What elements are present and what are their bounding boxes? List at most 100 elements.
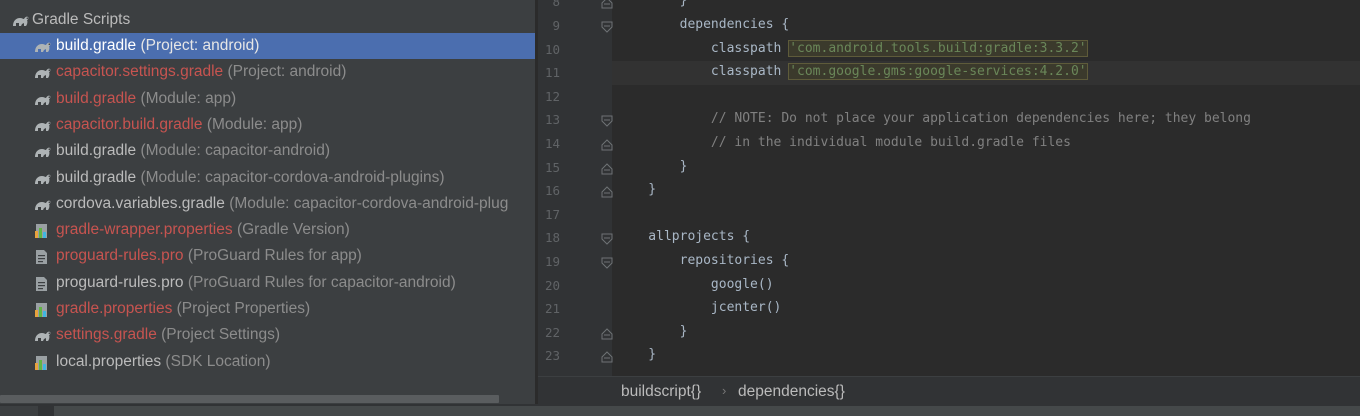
line-number: 19 <box>544 254 560 269</box>
code-line[interactable]: classpath 'com.google.gms:google-service… <box>617 63 1088 81</box>
tree-item[interactable]: build.gradle (Module: capacitor-cordova-… <box>0 165 535 191</box>
tree-item[interactable]: build.gradle (Module: app) <box>0 86 535 112</box>
properties-icon <box>33 222 51 239</box>
tree-item[interactable]: capacitor.settings.gradle (Project: andr… <box>0 59 535 85</box>
code-line[interactable]: dependencies { <box>617 17 790 32</box>
tree-item[interactable]: capacitor.build.gradle (Module: app) <box>0 112 535 138</box>
fold-marker-icon[interactable] <box>601 232 613 246</box>
tree-item-filename: proguard-rules.pro <box>56 247 184 265</box>
fold-marker-icon[interactable] <box>601 0 613 9</box>
line-number: 23 <box>544 348 560 364</box>
code-line[interactable]: repositories { <box>617 253 790 268</box>
line-number: 22 <box>544 324 560 340</box>
tree-item-description: (Module: app) <box>140 89 237 107</box>
breadcrumb-item-buildscript[interactable]: buildscript{} <box>621 383 701 401</box>
tree-item[interactable]: proguard-rules.pro (ProGuard Rules for c… <box>0 270 535 296</box>
code-token: allprojects { <box>617 229 751 245</box>
gradle-icon <box>33 117 51 133</box>
line-number: 16 <box>544 183 560 199</box>
fold-marker-icon[interactable] <box>601 138 613 151</box>
gradle-icon <box>33 91 51 107</box>
code-line[interactable]: } <box>617 347 656 362</box>
code-token: jcenter() <box>617 300 782 316</box>
tree-item-text: cordova.variables.gradle (Module: capaci… <box>56 191 508 217</box>
text-file-icon <box>33 275 51 291</box>
code-line[interactable]: classpath 'com.android.tools.build:gradl… <box>617 39 1088 57</box>
code-token: dependencies { <box>617 17 790 32</box>
tree-item-description: (ProGuard Rules for capacitor-android) <box>187 273 456 291</box>
fold-marker-icon[interactable] <box>601 114 613 128</box>
line-number: 15 <box>544 159 560 175</box>
tree-item-description: (Project: android) <box>227 63 347 81</box>
code-token: } <box>617 0 688 9</box>
tree-item-text: local.properties (SDK Location) <box>56 349 271 375</box>
code-line[interactable]: // NOTE: Do not place your application d… <box>617 111 1251 126</box>
tree-item-filename: build.gradle <box>56 37 137 54</box>
fold-marker-icon[interactable] <box>601 350 613 363</box>
tree-item-text: settings.gradle (Project Settings) <box>56 322 280 348</box>
fold-marker-icon[interactable] <box>601 256 613 269</box>
tree-item[interactable]: proguard-rules.pro (ProGuard Rules for a… <box>0 243 535 269</box>
fold-marker-icon[interactable] <box>601 185 613 198</box>
line-number: 18 <box>544 230 560 246</box>
gradle-icon <box>11 12 29 28</box>
tree-item-filename: proguard-rules.pro <box>56 273 184 291</box>
tree-group-label: Gradle Scripts <box>32 11 131 28</box>
code-token: google() <box>617 276 774 292</box>
line-number: 17 <box>544 206 560 222</box>
gradle-icon <box>33 64 51 80</box>
code-editor[interactable]: 8 } 9 dependencies {10 classpath 'com.and… <box>538 0 1360 376</box>
tree-item-description: (SDK Location) <box>165 352 271 370</box>
gradle-icon <box>33 196 51 212</box>
fold-marker-icon[interactable] <box>601 20 613 33</box>
line-number: 13 <box>544 112 560 128</box>
tree-item-description: (Project Properties) <box>176 300 311 317</box>
gradle-icon <box>33 327 51 343</box>
tree-item[interactable]: build.gradle (Project: android) <box>0 33 535 59</box>
code-token: } <box>617 347 657 363</box>
string-literal: 'com.android.tools.build:gradle:3.3.2' <box>788 39 1088 57</box>
code-line[interactable]: } <box>617 324 688 339</box>
tree-item[interactable]: gradle.properties (Project Properties) <box>0 296 535 322</box>
code-line[interactable]: allprojects { <box>617 229 750 244</box>
breadcrumb-item-dependencies[interactable]: dependencies{} <box>738 383 845 401</box>
tree-item[interactable]: settings.gradle (Project Settings) <box>0 322 535 348</box>
code-token: classpath <box>617 64 790 80</box>
fold-marker-icon[interactable] <box>601 327 613 340</box>
tree-item-description: (Project: android) <box>140 37 260 54</box>
bottom-toolbar-left <box>0 406 38 416</box>
tree-item[interactable]: build.gradle (Module: capacitor-android) <box>0 138 535 164</box>
tree-item[interactable]: gradle-wrapper.properties (Gradle Versio… <box>0 217 535 243</box>
tree-group-gradle-scripts[interactable]: Gradle Scripts <box>0 7 535 33</box>
code-line[interactable]: } <box>617 0 688 9</box>
code-token: } <box>617 182 657 198</box>
tree-item-filename: build.gradle <box>56 142 137 160</box>
text-file-icon <box>33 248 51 265</box>
tree-item[interactable]: cordova.variables.gradle (Module: capaci… <box>0 191 535 217</box>
tree-item-filename: capacitor.build.gradle <box>56 115 203 133</box>
code-comment: // NOTE: Do not place your application d… <box>617 111 1251 127</box>
line-number: 12 <box>544 88 560 104</box>
tree-item-description: (Module: capacitor-cordova-android-plugi… <box>140 168 445 186</box>
line-number: 9 <box>552 18 560 33</box>
tree-clipped-header <box>0 0 535 4</box>
code-line[interactable]: jcenter() <box>617 300 781 315</box>
line-number: 20 <box>544 277 560 293</box>
tree-item[interactable]: local.properties (SDK Location) <box>0 349 535 375</box>
tree-item-description: (Module: capacitor-android) <box>140 142 331 160</box>
code-line[interactable]: } <box>617 182 656 197</box>
tree-item-text: gradle-wrapper.properties (Gradle Versio… <box>56 217 350 243</box>
code-line[interactable]: // in the individual module build.gradle… <box>617 135 1071 150</box>
tree-item-text: capacitor.build.gradle (Module: app) <box>56 112 302 138</box>
tree-item-filename: build.gradle <box>56 89 137 107</box>
tree-item-filename: gradle-wrapper.properties <box>56 221 233 239</box>
line-number: 8 <box>552 0 560 10</box>
tree-item-text: build.gradle (Module: capacitor-cordova-… <box>56 165 445 191</box>
code-token: } <box>617 158 688 174</box>
code-line[interactable]: } <box>617 158 688 174</box>
properties-icon <box>33 354 51 370</box>
gradle-icon <box>33 143 51 159</box>
code-line[interactable]: google() <box>617 277 774 292</box>
tree-scrollbar-thumb[interactable] <box>0 395 499 403</box>
fold-marker-icon[interactable] <box>601 162 613 175</box>
